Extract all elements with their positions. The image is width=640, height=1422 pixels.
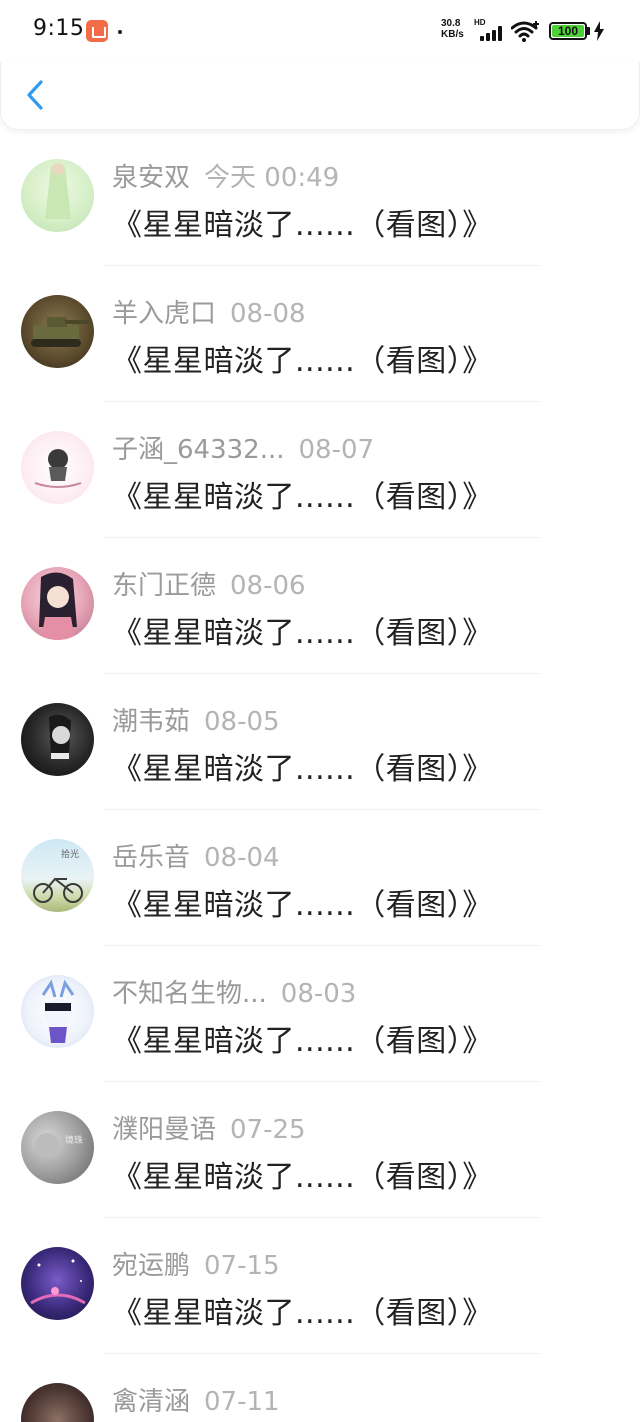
avatar[interactable]: 境珠: [21, 1111, 94, 1184]
message-list: 泉安双 今天 00:49 《星星暗淡了......（看图）》 羊入虎口 08-08 …: [0, 130, 640, 1422]
battery-cap-icon: [587, 27, 590, 35]
avatar[interactable]: [21, 975, 94, 1048]
avatar[interactable]: 拾光: [21, 839, 94, 912]
sender-name: 宛运鹏: [112, 1251, 191, 1281]
status-time: 9:15: [33, 16, 85, 41]
sender-name: 潮韦茹: [112, 707, 191, 737]
message-title[interactable]: 《星星暗淡了......（看图）》: [112, 472, 493, 516]
message-title[interactable]: 《星星暗淡了......（看图）》: [112, 1016, 493, 1060]
avatar[interactable]: [21, 567, 94, 640]
charging-bolt-icon: [594, 21, 604, 41]
network-speed-unit: KB/s: [441, 29, 464, 40]
back-button[interactable]: [19, 74, 55, 118]
message-date: 08-07: [298, 435, 375, 465]
chevron-left-icon: [27, 80, 43, 110]
message-date: 07-11: [204, 1387, 280, 1417]
wifi-icon: [511, 21, 539, 42]
notification-app-icon: [86, 20, 108, 42]
avatar[interactable]: [21, 1383, 94, 1422]
list-item[interactable]: 羊入虎口 08-08 《星星暗淡了......（看图）》: [0, 266, 640, 402]
list-item[interactable]: 宛运鹏 07-15 《星星暗淡了......（看图）》: [0, 1218, 640, 1354]
status-bar: 9:15 30.8 KB/s HD 100: [0, 0, 640, 62]
svg-text:拾光: 拾光: [61, 848, 79, 860]
avatar[interactable]: [21, 1247, 94, 1320]
sender-name: 岳乐音: [112, 843, 191, 873]
message-title[interactable]: 《星星暗淡了......（看图）》: [112, 1152, 493, 1196]
list-item[interactable]: 拾光 岳乐音 08-04 《星星暗淡了......（看图）》: [0, 810, 640, 946]
message-date: 08-05: [204, 707, 280, 737]
notification-dot-icon: [118, 30, 122, 34]
message-date: 08-03: [280, 979, 357, 1009]
sender-name: 濮阳曼语: [112, 1115, 217, 1145]
message-date: 今天 00:49: [204, 163, 340, 193]
sender-name: 子涵_64332...: [112, 435, 285, 465]
list-item[interactable]: 东门正德 08-06 《星星暗淡了......（看图）》: [0, 538, 640, 674]
list-item[interactable]: 不知名生物... 08-03 《星星暗淡了......（看图）》: [0, 946, 640, 1082]
list-item[interactable]: 境珠 濮阳曼语 07-25 《星星暗淡了......（看图）》: [0, 1082, 640, 1218]
avatar[interactable]: [21, 703, 94, 776]
sender-name: 不知名生物...: [112, 979, 267, 1009]
message-title[interactable]: 《星星暗淡了......（看图）》: [112, 336, 493, 380]
list-item[interactable]: 潮韦茹 08-05 《星星暗淡了......（看图）》: [0, 674, 640, 810]
network-speed: 30.8 KB/s: [441, 18, 464, 40]
sender-name: 东门正德: [112, 571, 217, 601]
sender-name: 羊入虎口: [112, 299, 217, 329]
message-date: 07-25: [230, 1115, 306, 1145]
top-nav-bar: [0, 62, 640, 130]
avatar[interactable]: [21, 295, 94, 368]
svg-text:境珠: 境珠: [65, 1134, 83, 1146]
message-title[interactable]: 《星星暗淡了......（看图）》: [112, 608, 493, 652]
avatar[interactable]: [21, 159, 94, 232]
message-title[interactable]: 《星星暗淡了......（看图）》: [112, 1288, 493, 1332]
list-item[interactable]: 禽清涵 07-11: [0, 1354, 640, 1422]
sender-name: 禽清涵: [112, 1387, 191, 1417]
message-date: 07-15: [204, 1251, 280, 1281]
list-item[interactable]: 子涵_64332... 08-07 《星星暗淡了......（看图）》: [0, 402, 640, 538]
signal-icon: [478, 26, 504, 41]
message-title[interactable]: 《星星暗淡了......（看图）》: [112, 880, 493, 924]
message-date: 08-08: [230, 299, 306, 329]
message-title[interactable]: 《星星暗淡了......（看图）》: [112, 200, 493, 244]
avatar[interactable]: [21, 431, 94, 504]
message-title[interactable]: 《星星暗淡了......（看图）》: [112, 744, 493, 788]
battery-icon: 100: [549, 22, 587, 40]
message-date: 08-06: [230, 571, 306, 601]
sender-name: 泉安双: [112, 163, 191, 193]
list-item[interactable]: 泉安双 今天 00:49 《星星暗淡了......（看图）》: [0, 130, 640, 266]
network-speed-value: 30.8: [441, 18, 461, 29]
message-date: 08-04: [204, 843, 280, 873]
battery-level: 100: [557, 24, 579, 38]
